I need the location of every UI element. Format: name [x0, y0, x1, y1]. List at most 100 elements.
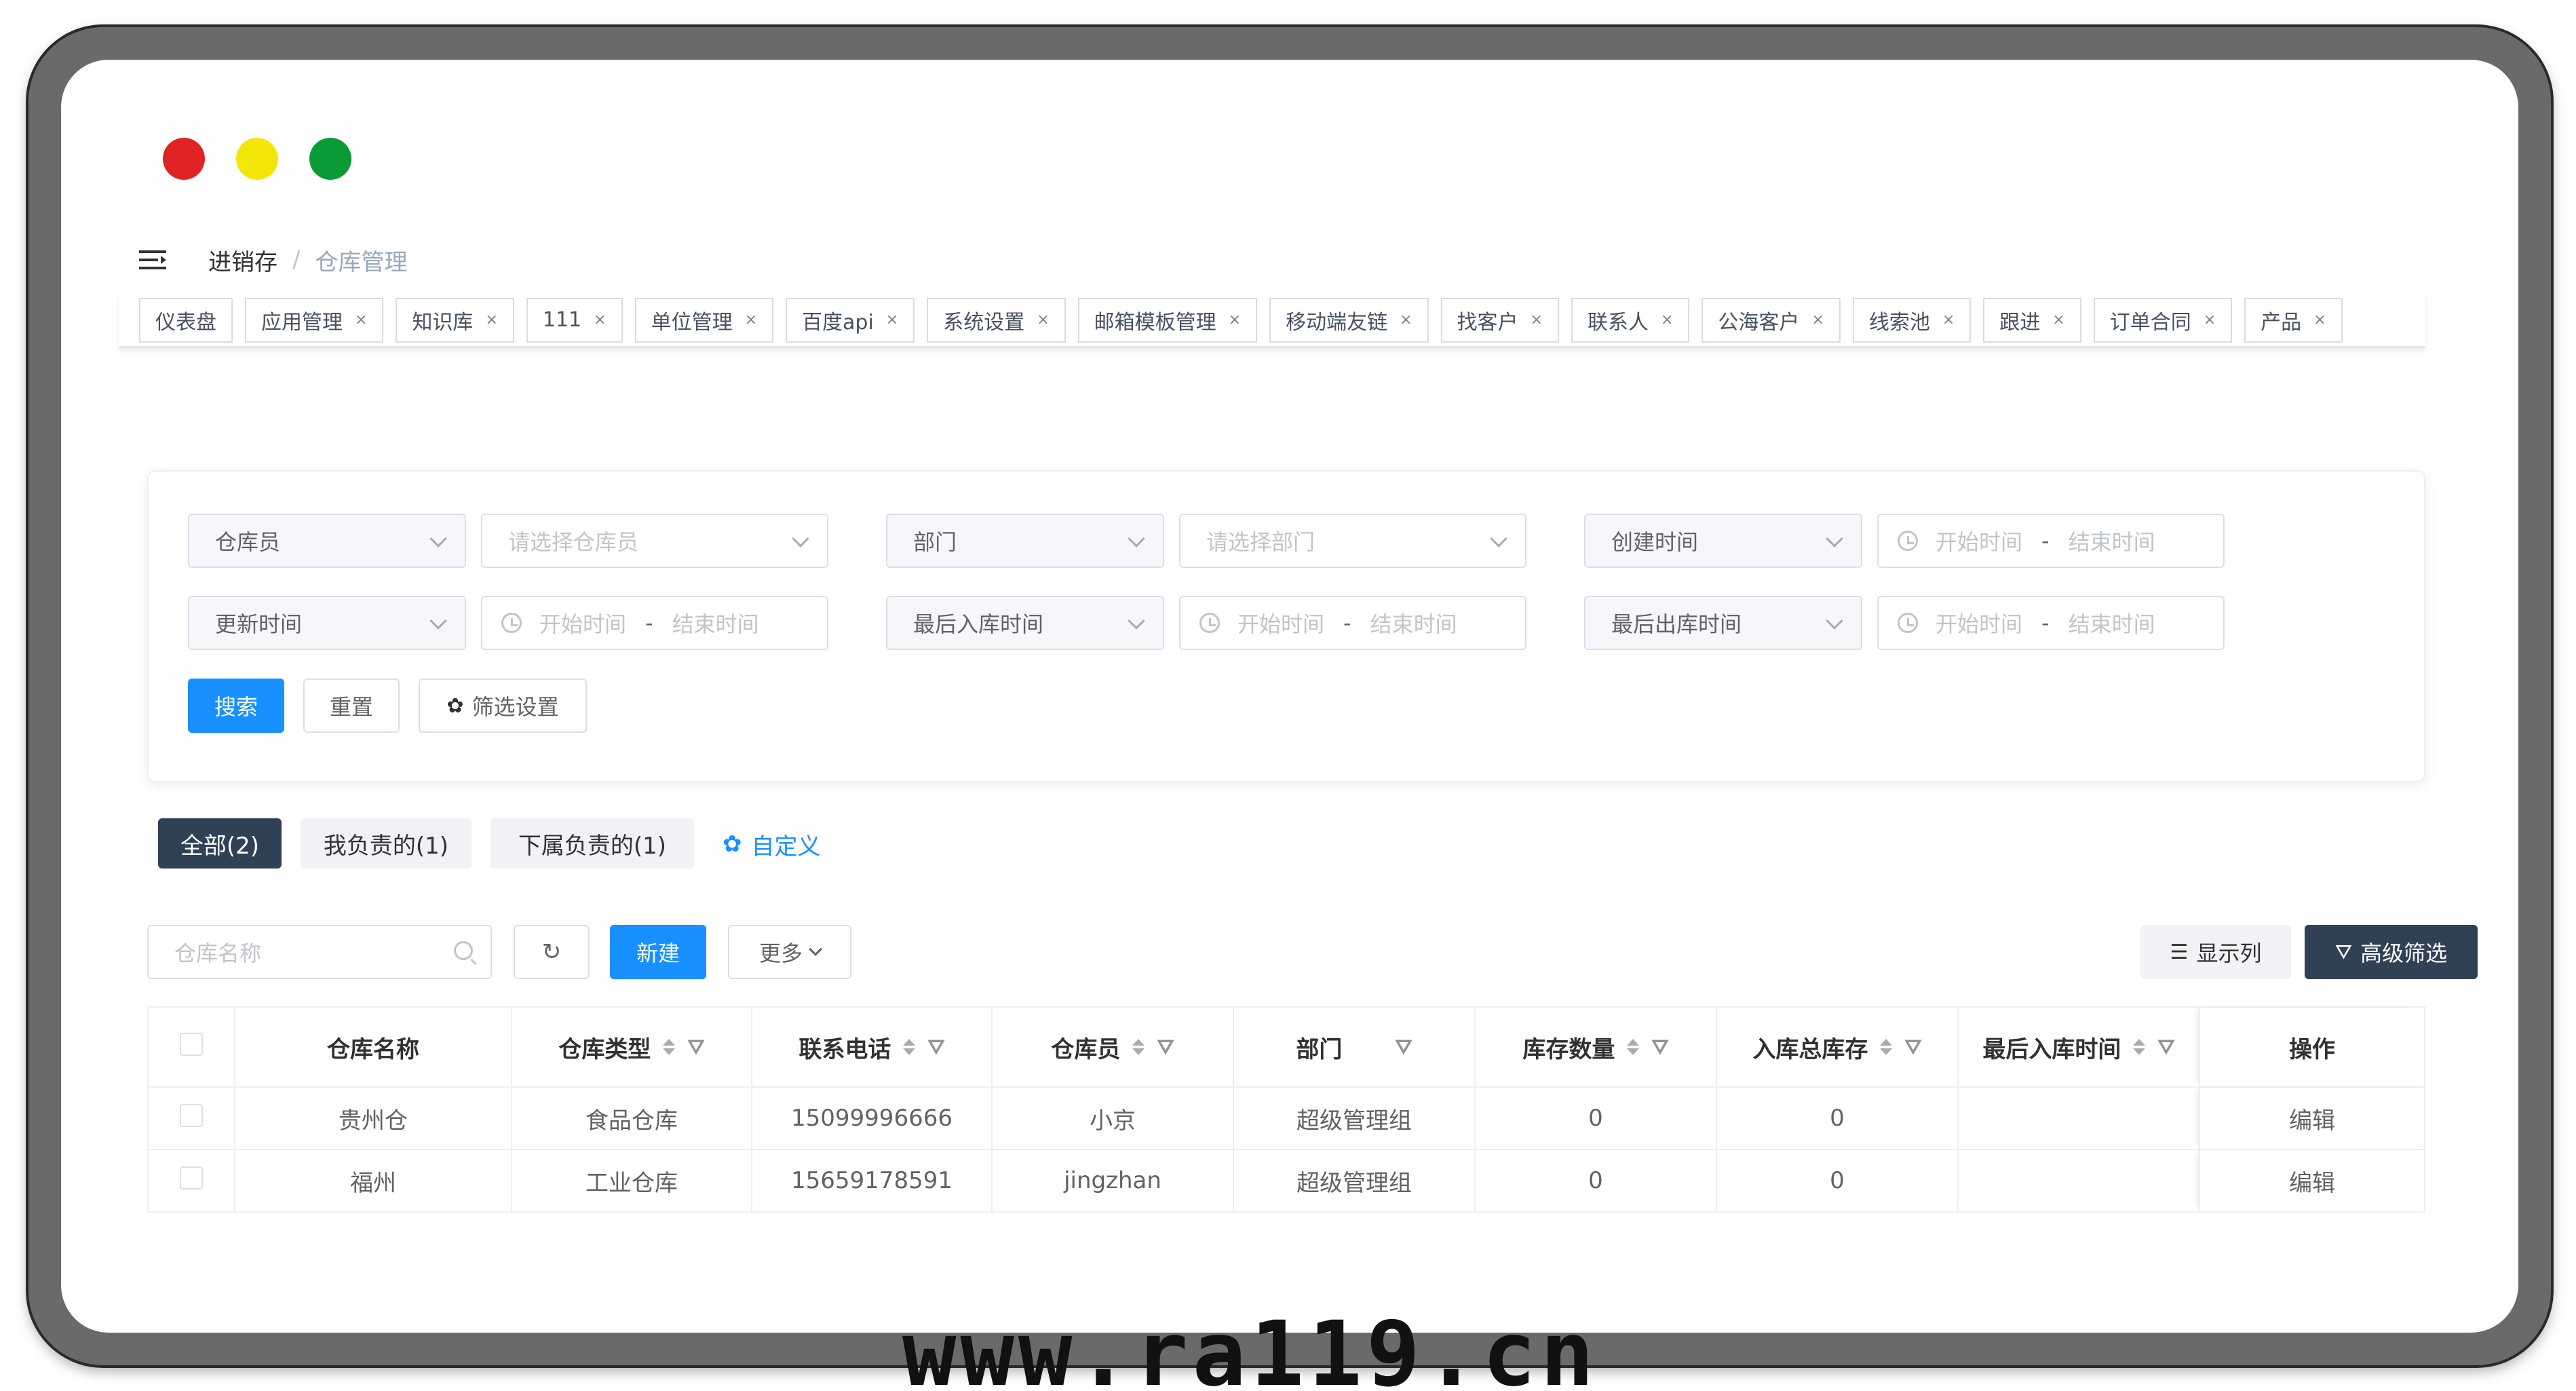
- col-last-in-header[interactable]: 最后入库时间 ⛛: [1957, 1006, 2200, 1088]
- sort-icon[interactable]: [903, 1039, 916, 1055]
- maximize-window-button[interactable]: [309, 138, 351, 180]
- col-keeper-header[interactable]: 仓库员 ⛛: [991, 1006, 1234, 1088]
- tab-subordinates[interactable]: 下属负责的(1): [491, 818, 694, 869]
- close-icon[interactable]: ×: [355, 311, 367, 328]
- tab-tag[interactable]: 系统设置 ×: [927, 297, 1066, 343]
- filter-icon[interactable]: ⛛: [1904, 1035, 1921, 1059]
- close-icon[interactable]: ×: [2313, 311, 2326, 328]
- reset-button[interactable]: 重置: [303, 679, 400, 733]
- tab-tag[interactable]: 知识库 ×: [396, 297, 514, 343]
- sort-icon[interactable]: [1880, 1039, 1893, 1055]
- cell-stock: 0: [1474, 1086, 1717, 1150]
- department-select[interactable]: 请选择部门: [1179, 514, 1526, 568]
- tab-tag[interactable]: 跟进 ×: [1983, 297, 2081, 343]
- filter-key-created[interactable]: 创建时间: [1584, 514, 1862, 568]
- keeper-select[interactable]: 请选择仓库员: [481, 514, 828, 568]
- row-checkbox[interactable]: [147, 1086, 235, 1150]
- tab-mine[interactable]: 我负责的(1): [301, 818, 472, 869]
- last-in-date-range[interactable]: 开始时间 - 结束时间: [1179, 596, 1526, 650]
- filter-key-department[interactable]: 部门: [886, 514, 1164, 568]
- close-icon[interactable]: ×: [1229, 311, 1241, 328]
- warehouse-name-search[interactable]: 仓库名称: [147, 925, 492, 979]
- col-type-header[interactable]: 仓库类型 ⛛: [511, 1006, 752, 1088]
- new-button[interactable]: 新建: [610, 925, 706, 979]
- close-icon[interactable]: ×: [2204, 311, 2216, 328]
- tab-tag[interactable]: 仪表盘: [139, 297, 233, 343]
- more-dropdown[interactable]: 更多: [728, 925, 851, 979]
- minimize-window-button[interactable]: [236, 138, 278, 180]
- warehouse-name-link[interactable]: 福州: [234, 1149, 512, 1213]
- sort-icon[interactable]: [663, 1039, 676, 1055]
- col-phone-header[interactable]: 联系电话 ⛛: [751, 1006, 993, 1088]
- tab-tag[interactable]: 邮箱模板管理 ×: [1077, 297, 1258, 343]
- close-icon[interactable]: ×: [1037, 311, 1049, 328]
- range-end-placeholder: 结束时间: [2068, 611, 2155, 637]
- breadcrumb-parent[interactable]: 进销存: [208, 244, 277, 277]
- close-icon[interactable]: ×: [745, 311, 757, 328]
- close-icon[interactable]: ×: [1942, 311, 1955, 328]
- close-icon[interactable]: ×: [1661, 311, 1673, 328]
- close-icon[interactable]: ×: [594, 311, 606, 328]
- filter-settings-button[interactable]: ✿ 筛选设置: [419, 679, 587, 733]
- columns-button[interactable]: ☰ 显示列: [2140, 925, 2291, 979]
- edit-link[interactable]: 编辑: [2199, 1149, 2425, 1213]
- sort-icon[interactable]: [1132, 1039, 1145, 1055]
- filter-key-last-in[interactable]: 最后入库时间: [886, 596, 1164, 650]
- sort-icon[interactable]: [2133, 1039, 2146, 1055]
- close-window-button[interactable]: [163, 138, 205, 180]
- filter-key-last-out[interactable]: 最后出库时间: [1584, 596, 1862, 650]
- select-all-checkbox[interactable]: [147, 1006, 235, 1088]
- refresh-icon: ↻: [541, 938, 562, 966]
- tab-tag[interactable]: 线索池 ×: [1852, 297, 1972, 343]
- tab-tag[interactable]: 公海客户 ×: [1702, 297, 1841, 343]
- tab-tag[interactable]: 111 ×: [526, 297, 623, 343]
- last-out-date-range[interactable]: 开始时间 - 结束时间: [1877, 596, 2225, 650]
- close-icon[interactable]: ×: [2052, 311, 2064, 328]
- tab-tag[interactable]: 单位管理 ×: [634, 297, 774, 343]
- filter-icon[interactable]: ⛛: [1651, 1035, 1668, 1059]
- close-icon[interactable]: ×: [1531, 311, 1543, 328]
- search-button[interactable]: 搜索: [188, 679, 284, 733]
- close-icon[interactable]: ×: [1400, 311, 1412, 328]
- filter-icon[interactable]: ⛛: [687, 1035, 704, 1059]
- tab-tag[interactable]: 应用管理 ×: [245, 297, 384, 343]
- tab-tag[interactable]: 联系人 ×: [1571, 297, 1690, 343]
- navbar: 进销存 / 仓库管理: [119, 236, 2425, 284]
- refresh-button[interactable]: ↻: [514, 925, 590, 979]
- filter-icon[interactable]: ⛛: [2157, 1035, 2174, 1059]
- cell-phone: 15659178591: [751, 1149, 993, 1213]
- filter-key-keeper[interactable]: 仓库员: [188, 514, 466, 568]
- filter-icon[interactable]: ⛛: [927, 1035, 944, 1059]
- search-icon[interactable]: [454, 941, 473, 960]
- tab-tag[interactable]: 找客户 ×: [1440, 297, 1559, 343]
- created-date-range[interactable]: 开始时间 - 结束时间: [1877, 514, 2225, 568]
- customize-link[interactable]: ✿ 自定义: [723, 826, 821, 862]
- edit-link[interactable]: 编辑: [2199, 1086, 2425, 1150]
- tag-label: 系统设置: [943, 310, 1025, 335]
- close-icon[interactable]: ×: [886, 311, 898, 328]
- updated-date-range[interactable]: 开始时间 - 结束时间: [481, 596, 828, 650]
- tab-tag[interactable]: 订单合同 ×: [2093, 297, 2233, 343]
- tag-label: 单位管理: [651, 310, 733, 335]
- tab-tag[interactable]: 产品 ×: [2244, 297, 2343, 343]
- close-icon[interactable]: ×: [1811, 311, 1824, 328]
- col-total-in-header[interactable]: 入库总库存 ⛛: [1716, 1006, 1959, 1088]
- chevron-down-icon: [1128, 530, 1145, 548]
- advanced-filter-button[interactable]: ⛛ 高级筛选: [2305, 925, 2478, 979]
- filter-icon[interactable]: ⛛: [1157, 1035, 1174, 1059]
- tag-label: 产品: [2261, 310, 2302, 335]
- col-stock-header[interactable]: 库存数量 ⛛: [1474, 1006, 1717, 1088]
- close-icon[interactable]: ×: [485, 311, 497, 328]
- row-checkbox[interactable]: [147, 1149, 235, 1213]
- hamburger-icon[interactable]: [139, 248, 169, 272]
- warehouse-name-link[interactable]: 贵州仓: [234, 1086, 512, 1150]
- tab-all[interactable]: 全部(2): [158, 818, 282, 869]
- filter-key-updated[interactable]: 更新时间: [188, 596, 466, 650]
- tab-tag[interactable]: 百度api ×: [786, 297, 915, 343]
- sort-icon[interactable]: [1627, 1039, 1640, 1055]
- tab-tag[interactable]: 移动端友链 ×: [1269, 297, 1429, 343]
- filter-key-label: 最后出库时间: [1611, 611, 1742, 637]
- chevron-down-icon: [792, 530, 809, 548]
- col-dept-header[interactable]: 部门 ⛛: [1233, 1006, 1476, 1088]
- filter-icon[interactable]: ⛛: [1395, 1035, 1412, 1059]
